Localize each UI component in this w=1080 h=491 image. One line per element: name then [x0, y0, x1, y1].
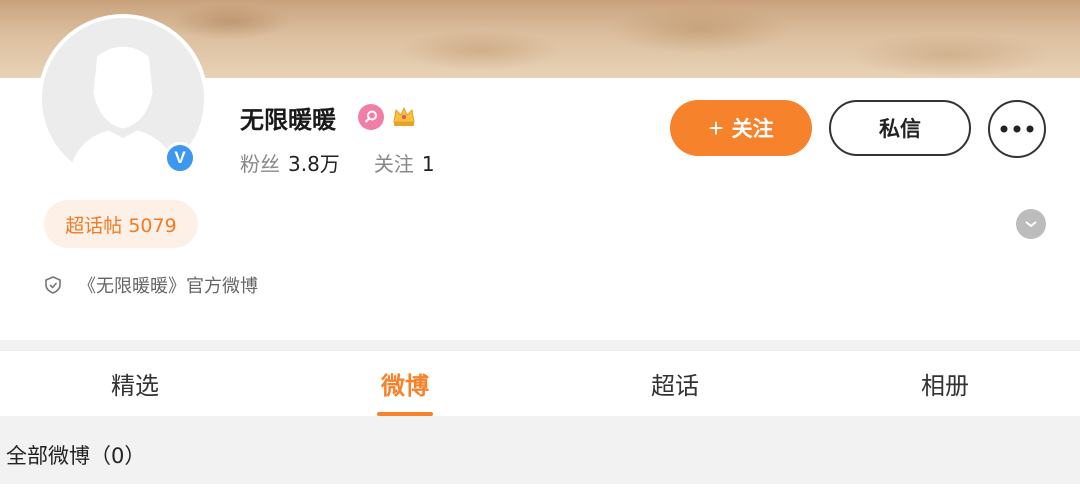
expand-button[interactable] [1016, 209, 1046, 239]
follow-button[interactable]: + 关注 [670, 100, 812, 156]
verified-icon: V [164, 142, 196, 174]
tab-label: 相册 [921, 372, 969, 400]
tab-weibo[interactable]: 微博 [270, 351, 540, 416]
profile-tabs: 精选 微博 超话 相册 [0, 350, 1080, 416]
active-tab-indicator [377, 412, 433, 416]
tab-label: 精选 [111, 372, 159, 400]
official-info: 《无限暖暖》官方微博 [44, 272, 258, 298]
followers-count[interactable]: 3.8万 [288, 148, 340, 177]
profile-stats: 粉丝 3.8万 关注 1 [240, 148, 461, 177]
tab-featured[interactable]: 精选 [0, 351, 270, 416]
supertopic-label: 超话帖 5079 [65, 214, 177, 237]
post-list-top [0, 484, 1080, 491]
plus-icon: + [708, 113, 724, 143]
following-label: 关注 [373, 152, 414, 176]
tab-album[interactable]: 相册 [810, 351, 1080, 416]
more-icon [1000, 125, 1034, 133]
shield-icon [45, 276, 61, 294]
follow-label: 关注 [731, 118, 774, 141]
chevron-down-icon [1025, 221, 1037, 228]
tab-label: 微博 [381, 372, 429, 400]
message-label: 私信 [879, 118, 921, 141]
message-button[interactable]: 私信 [829, 100, 971, 156]
tab-label: 超话 [651, 372, 699, 400]
tab-supertopic[interactable]: 超话 [540, 351, 810, 416]
more-button[interactable] [988, 100, 1046, 158]
female-icon [358, 104, 384, 130]
supertopic-chip[interactable]: 超话帖 5079 [44, 200, 198, 248]
all-posts-filter[interactable]: 全部微博（0） [6, 440, 145, 470]
official-text: 《无限暖暖》官方微博 [78, 276, 258, 297]
following-count[interactable]: 1 [422, 152, 435, 176]
username: 无限暖暖 [240, 106, 336, 134]
crown-icon [393, 106, 415, 126]
followers-label: 粉丝 [240, 152, 280, 176]
